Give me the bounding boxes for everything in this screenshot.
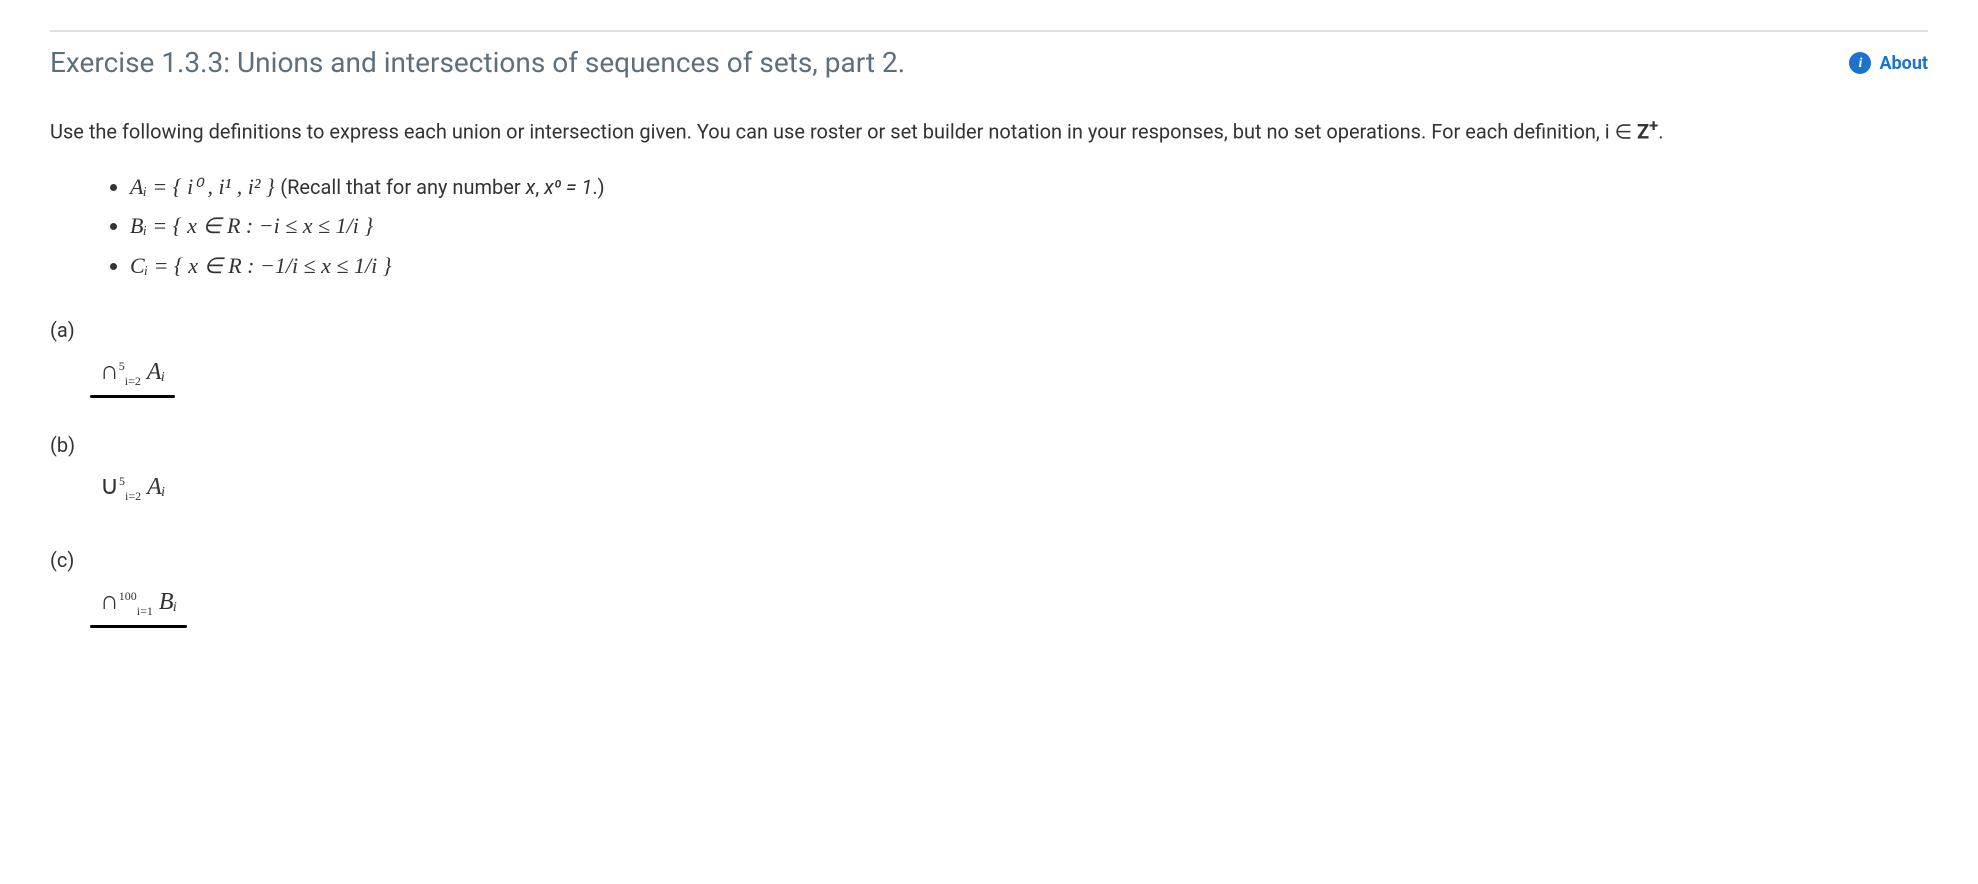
info-icon: i — [1849, 52, 1871, 74]
definition-c: Cᵢ = { x ∈ R : −1/i ≤ x ≤ 1/i } — [130, 246, 1928, 286]
exercise-header: Exercise 1.3.3: Unions and intersections… — [50, 30, 1928, 84]
part-a-label: (a) — [50, 315, 1928, 345]
part-c-label: (c) — [50, 545, 1928, 575]
set-z: Z — [1637, 120, 1649, 144]
def-a-expr: Aᵢ = { i⁰ , i¹ , i² } — [130, 174, 275, 199]
about-label: About — [1879, 50, 1928, 77]
definition-b: Bᵢ = { x ∈ R : −i ≤ x ≤ 1/i } — [130, 206, 1928, 246]
set-z-plus: + — [1649, 117, 1658, 136]
part-b: (b) ∪5i=2 Aᵢ — [50, 430, 1928, 505]
part-c: (c) ∩100i=1 Bᵢ — [50, 545, 1928, 620]
def-b-expr: Bᵢ = { x ∈ R : −i ≤ x ≤ 1/i } — [130, 213, 373, 238]
definition-a: Aᵢ = { i⁰ , i¹ , i² } (Recall that for a… — [130, 167, 1928, 207]
part-a: (a) ∩5i=2 Aᵢ — [50, 315, 1928, 390]
part-b-expression: ∪5i=2 Aᵢ — [100, 466, 166, 505]
definitions-list: Aᵢ = { i⁰ , i¹ , i² } (Recall that for a… — [130, 167, 1928, 286]
part-a-expression: ∩5i=2 Aᵢ — [100, 351, 165, 390]
intro-period: . — [1658, 120, 1663, 144]
def-a-note: (Recall that for any number x, x⁰ = 1.) — [280, 175, 604, 199]
intro-paragraph: Use the following definitions to express… — [50, 114, 1928, 147]
about-button[interactable]: i About — [1849, 50, 1928, 77]
intro-text: Use the following definitions to express… — [50, 120, 1637, 144]
part-b-label: (b) — [50, 430, 1928, 460]
def-c-expr: Cᵢ = { x ∈ R : −1/i ≤ x ≤ 1/i } — [130, 253, 392, 278]
part-c-expression: ∩100i=1 Bᵢ — [100, 581, 177, 620]
exercise-title: Exercise 1.3.3: Unions and intersections… — [50, 42, 905, 84]
